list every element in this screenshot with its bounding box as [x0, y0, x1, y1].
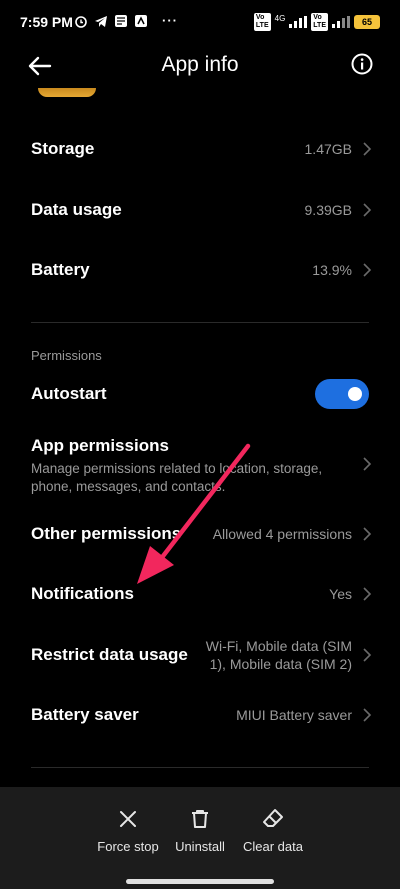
status-time: 7:59 PM [20, 14, 73, 30]
clear-data-label: Clear data [243, 839, 303, 854]
battery-saver-row[interactable]: Battery saver MIUI Battery saver [0, 685, 400, 745]
chevron-right-icon [363, 142, 372, 156]
app-permissions-label: App permissions [31, 436, 169, 455]
news-icon [115, 14, 127, 27]
chevron-right-icon [363, 648, 372, 662]
info-icon[interactable] [350, 52, 374, 76]
volte-icon: Vo LTE [253, 13, 271, 31]
status-bar: 7:59 PM ··· Vo LTE 4G Vo LTE 65 [0, 0, 400, 42]
chevron-right-icon [363, 587, 372, 601]
app-notification-icon [135, 14, 147, 27]
toggle-knob [348, 387, 362, 401]
more-notifications-icon: ··· [162, 13, 178, 28]
autostart-label: Autostart [31, 384, 107, 403]
signal-icon-2 [332, 16, 350, 28]
app-permissions-description: Manage permissions related to location, … [31, 461, 323, 494]
notifications-label: Notifications [31, 584, 134, 603]
storage-row[interactable]: Storage 1.47GB [0, 119, 400, 179]
signal-icon [289, 16, 308, 28]
other-permissions-value: Allowed 4 permissions [212, 526, 352, 542]
trash-icon [192, 810, 208, 828]
permissions-section-title: Permissions [31, 348, 102, 363]
status-right-icons: Vo LTE 4G Vo LTE 65 [253, 13, 380, 31]
data-usage-value: 9.39GB [304, 202, 352, 218]
clear-data-button[interactable]: Clear data [228, 807, 318, 854]
network-type-label: 4G [274, 13, 286, 23]
chevron-right-icon [363, 263, 372, 277]
bottom-action-bar: Force stop Uninstall Clear data [0, 787, 400, 889]
page-title: App info [161, 53, 239, 76]
storage-label: Storage [31, 139, 95, 158]
chevron-right-icon [363, 457, 372, 471]
volte-icon-2: Vo LTE [311, 13, 328, 31]
notification-icons: ··· [74, 13, 178, 28]
autostart-row[interactable]: Autostart [0, 364, 400, 424]
data-usage-label: Data usage [31, 200, 122, 219]
storage-value: 1.47GB [304, 141, 352, 157]
battery-value: 13.9% [312, 262, 352, 278]
notifications-row[interactable]: Notifications Yes [0, 564, 400, 624]
app-bar: App info [0, 42, 400, 88]
other-permissions-row[interactable]: Other permissions Allowed 4 permissions [0, 504, 400, 564]
battery-saver-label: Battery saver [31, 705, 139, 724]
app-permissions-row[interactable]: App permissions Manage permissions relat… [0, 430, 400, 500]
battery-icon: 65 [354, 15, 380, 29]
divider [31, 322, 369, 323]
chevron-right-icon [363, 527, 372, 541]
autostart-toggle[interactable] [315, 379, 369, 409]
battery-row[interactable]: Battery 13.9% [0, 240, 400, 300]
restrict-data-usage-label: Restrict data usage [31, 645, 188, 664]
telegram-icon [95, 15, 107, 27]
alarm-icon [75, 15, 87, 28]
app-icon [38, 88, 96, 97]
chevron-right-icon [363, 203, 372, 217]
divider [31, 767, 369, 768]
notifications-value: Yes [329, 586, 352, 602]
chevron-right-icon [363, 708, 372, 722]
other-permissions-label: Other permissions [31, 524, 182, 543]
battery-label: Battery [31, 260, 90, 279]
eraser-icon [263, 809, 283, 827]
restrict-data-usage-row[interactable]: Restrict data usage Wi-Fi, Mobile data (… [0, 625, 400, 685]
restrict-data-usage-value: Wi-Fi, Mobile data (SIM 1), Mobile data … [205, 638, 352, 672]
battery-saver-value: MIUI Battery saver [236, 707, 352, 723]
close-icon [120, 811, 136, 827]
data-usage-row[interactable]: Data usage 9.39GB [0, 180, 400, 240]
home-indicator[interactable] [126, 879, 274, 884]
